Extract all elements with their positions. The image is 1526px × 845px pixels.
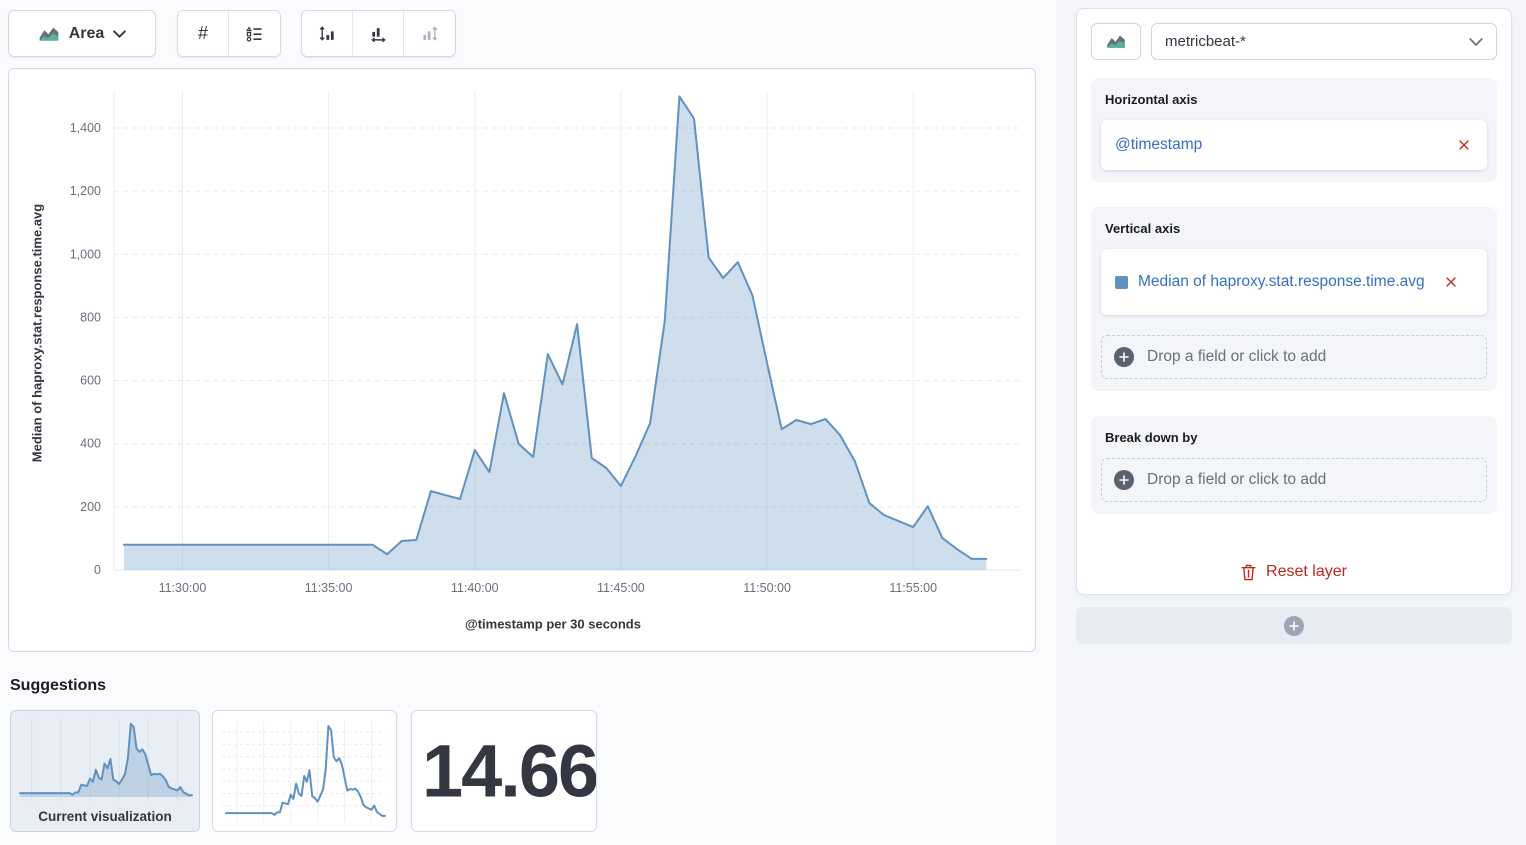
area-chart[interactable]: 11:30:00 11:35:00 11:40:00 11:45:00 11:50:00…	[9, 69, 1035, 651]
suggestion-line-chart[interactable]	[212, 710, 397, 832]
chart-panel: 11:30:00 11:35:00 11:40:00 11:45:00 11:50:00…	[8, 68, 1036, 652]
metric-value: 14.66	[422, 729, 597, 814]
section-break-down-by: Break down by Drop a field or click to a…	[1091, 416, 1497, 514]
dropzone-label: Drop a field or click to add	[1147, 471, 1326, 489]
area-chart-icon	[1106, 34, 1126, 49]
add-field-dropzone[interactable]: Drop a field or click to add	[1101, 335, 1487, 379]
value-labels-button[interactable]: #	[178, 11, 229, 56]
dropzone-label: Drop a field or click to add	[1147, 348, 1326, 366]
chart-type-label: Area	[69, 25, 105, 43]
x-axis-title: @timestamp per 30 seconds	[465, 617, 641, 632]
y-axis-title: Median of haproxy.stat.response.time.avg	[30, 204, 45, 462]
svg-text:11:35:00: 11:35:00	[305, 581, 353, 595]
hash-icon: #	[198, 23, 208, 44]
section-title: Vertical axis	[1105, 221, 1483, 236]
right-axis-button[interactable]	[404, 11, 455, 56]
chevron-down-icon	[1469, 38, 1483, 46]
svg-text:11:30:00: 11:30:00	[159, 581, 207, 595]
svg-text:11:45:00: 11:45:00	[597, 581, 645, 595]
svg-text:11:50:00: 11:50:00	[743, 581, 791, 595]
svg-text:800: 800	[80, 310, 101, 324]
svg-text:400: 400	[80, 437, 101, 451]
reset-layer-label: Reset layer	[1266, 563, 1347, 581]
section-title: Horizontal axis	[1105, 92, 1483, 107]
section-horizontal-axis: Horizontal axis @timestamp	[1091, 78, 1497, 182]
index-pattern-select[interactable]: metricbeat-*	[1151, 23, 1497, 60]
layer-chart-type-button[interactable]	[1091, 23, 1141, 60]
area-chart-icon	[38, 26, 60, 42]
close-x-icon	[1445, 276, 1457, 288]
dimension-timestamp[interactable]: @timestamp	[1101, 120, 1487, 170]
toolbar-group-axes	[301, 10, 456, 57]
bottom-axis-button[interactable]	[353, 11, 404, 56]
mini-area-chart	[12, 717, 200, 801]
remove-dimension-button[interactable]	[1436, 267, 1466, 297]
section-title: Break down by	[1105, 430, 1483, 445]
chevron-down-icon	[113, 30, 126, 38]
dimension-median-response-time[interactable]: Median of haproxy.stat.response.time.avg	[1101, 249, 1487, 315]
axis-right-icon	[421, 25, 438, 42]
axis-bottom-icon	[370, 25, 387, 42]
dimension-label: Median of haproxy.stat.response.time.avg	[1138, 269, 1426, 295]
close-x-icon	[1458, 139, 1470, 151]
suggestion-metric[interactable]: 14.66	[411, 710, 597, 832]
chart-type-switcher[interactable]: Area	[8, 10, 156, 57]
svg-text:600: 600	[80, 374, 101, 388]
svg-text:1,400: 1,400	[70, 121, 101, 135]
index-pattern-value: metricbeat-*	[1165, 33, 1246, 50]
trash-icon	[1241, 564, 1256, 581]
suggestions-heading: Suggestions	[10, 677, 106, 695]
editor-main: Area #	[0, 0, 1056, 845]
add-field-dropzone[interactable]: Drop a field or click to add	[1101, 458, 1487, 502]
legend-list-icon	[246, 26, 263, 42]
left-axis-button[interactable]	[302, 11, 353, 56]
svg-text:11:40:00: 11:40:00	[451, 581, 499, 595]
remove-dimension-button[interactable]	[1449, 130, 1479, 160]
mini-line-chart	[214, 713, 395, 830]
axis-left-icon	[319, 25, 336, 42]
toolbar-group-labels: #	[177, 10, 281, 57]
suggestion-current-visualization[interactable]: Current visualization	[10, 710, 200, 832]
svg-text:1,200: 1,200	[70, 184, 101, 198]
plus-circle-icon	[1284, 616, 1304, 636]
svg-text:1,000: 1,000	[70, 247, 101, 261]
reset-layer-button[interactable]: Reset layer	[1077, 563, 1511, 581]
add-layer-button[interactable]	[1076, 607, 1512, 644]
plus-circle-icon	[1114, 470, 1134, 490]
layer-panel: metricbeat-* Horizontal axis @timestamp …	[1076, 8, 1512, 595]
svg-text:200: 200	[80, 500, 101, 514]
series-color-swatch	[1115, 276, 1128, 289]
layer-settings-sidebar: metricbeat-* Horizontal axis @timestamp …	[1056, 0, 1526, 845]
dimension-label: @timestamp	[1115, 132, 1439, 158]
plus-circle-icon	[1114, 347, 1134, 367]
section-vertical-axis: Vertical axis Median of haproxy.stat.res…	[1091, 207, 1497, 391]
svg-text:11:55:00: 11:55:00	[889, 581, 937, 595]
suggestion-label: Current visualization	[11, 809, 199, 824]
legend-button[interactable]	[229, 11, 280, 56]
svg-text:0: 0	[94, 563, 101, 577]
